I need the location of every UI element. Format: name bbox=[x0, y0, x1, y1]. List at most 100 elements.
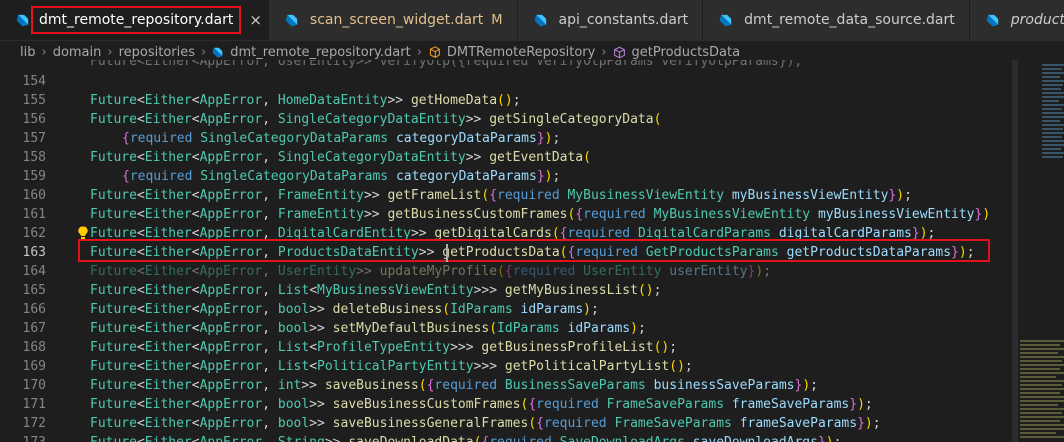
code-line[interactable]: 170 Future<Either<AppError, int>> saveBus… bbox=[0, 376, 1010, 395]
token: SaveDownloadArgs bbox=[560, 435, 693, 442]
tab-label: dmt_remote_repository.dart bbox=[31, 6, 242, 34]
breadcrumb-label: domain bbox=[52, 44, 102, 60]
token: FrameSaveParams bbox=[614, 416, 740, 431]
token: required bbox=[129, 131, 201, 146]
token: ( bbox=[583, 150, 591, 165]
code-line[interactable]: 161 Future<Either<AppError, FrameEntity>>… bbox=[0, 205, 1010, 224]
token: >>> bbox=[450, 340, 482, 355]
token: >> bbox=[356, 264, 380, 279]
token: idParams bbox=[567, 321, 631, 336]
code-line[interactable]: 155 Future<Either<AppError, HomeDataEntit… bbox=[0, 91, 1010, 110]
token: MyBusinessViewEntity bbox=[567, 188, 732, 203]
token: , bbox=[262, 112, 278, 127]
class-icon bbox=[429, 45, 440, 58]
code-line[interactable]: 163 Future<Either<AppError, ProductsDataE… bbox=[0, 239, 1010, 262]
token: bool bbox=[277, 397, 310, 412]
token: >> bbox=[309, 397, 333, 412]
code-line[interactable]: 157 {required SingleCategoryDataParams ca… bbox=[0, 129, 1010, 148]
token: bool bbox=[277, 321, 310, 336]
token: ; bbox=[669, 340, 678, 355]
code-editor[interactable]: Future<Either<AppError, UserEntity>> ver… bbox=[0, 60, 1010, 442]
token: businessSaveParams bbox=[653, 378, 795, 393]
token: MyBusinessViewEntity bbox=[653, 207, 818, 222]
code-text: Future<Either<AppError, FrameEntity>> ge… bbox=[90, 186, 912, 205]
code-line[interactable]: 167 Future<Either<AppError, bool>> setMyD… bbox=[0, 319, 1010, 338]
token: < bbox=[191, 207, 200, 222]
token: ; bbox=[872, 416, 881, 431]
token: () bbox=[637, 283, 654, 298]
token: , bbox=[262, 302, 278, 317]
code-line[interactable]: 156 Future<Either<AppError, SingleCategor… bbox=[0, 110, 1010, 129]
code-line[interactable]: 166 Future<Either<AppError, bool>> delete… bbox=[0, 300, 1010, 319]
code-line[interactable]: 171 Future<Either<AppError, bool>> saveBu… bbox=[0, 395, 1010, 414]
token: Future bbox=[90, 378, 137, 393]
token: >> bbox=[309, 416, 333, 431]
tab-scan-screen-widget[interactable]: scan_screen_widget.dart M bbox=[268, 0, 518, 40]
breadcrumb-item[interactable]: dmt_remote_repository.dart bbox=[212, 45, 411, 60]
token: ; bbox=[763, 264, 772, 279]
chevron-right-icon: › bbox=[601, 44, 607, 60]
token: Future bbox=[90, 359, 137, 374]
token: ; bbox=[653, 283, 662, 298]
line-number: 165 bbox=[22, 283, 46, 298]
line-number: 170 bbox=[22, 378, 46, 393]
token: < bbox=[136, 150, 145, 165]
code-line[interactable]: 168 Future<Either<AppError, List<ProfileT… bbox=[0, 338, 1010, 357]
lightbulb-icon[interactable] bbox=[78, 226, 88, 240]
tab-products-data-entity[interactable]: products_data_entity.dart bbox=[969, 0, 1064, 40]
breadcrumb-item[interactable]: lib bbox=[20, 45, 35, 60]
token: Either bbox=[144, 340, 192, 355]
token: Either bbox=[144, 150, 192, 165]
tab-label: dmt_remote_data_source.dart bbox=[744, 12, 955, 28]
breadcrumb-item[interactable]: getProductsData bbox=[613, 45, 740, 60]
code-line[interactable]: 169 Future<Either<AppError, List<Politica… bbox=[0, 357, 1010, 376]
code-line[interactable]: 172 Future<Either<AppError, bool>> saveBu… bbox=[0, 414, 1010, 433]
breadcrumb-label: lib bbox=[20, 44, 36, 60]
token: ; bbox=[590, 302, 599, 317]
token: FrameSaveParams bbox=[606, 397, 732, 412]
code-line[interactable]: 165 Future<Either<AppError, List<MyBusine… bbox=[0, 281, 1010, 300]
line-number: 160 bbox=[22, 188, 46, 203]
token: MyBusinessViewEntity bbox=[317, 283, 474, 298]
dart-file-icon bbox=[986, 14, 998, 26]
token: ; bbox=[904, 188, 912, 203]
tab-dmt-remote-repository[interactable]: dmt_remote_repository.dart × bbox=[0, 0, 269, 40]
token: saveDownloadData bbox=[348, 435, 473, 442]
token: < bbox=[191, 93, 200, 108]
code-text: Future<Either<AppError, bool>> setMyDefa… bbox=[90, 319, 646, 338]
code-line[interactable]: 173Future<Either<AppError, String>> save… bbox=[0, 433, 1010, 442]
token: AppError bbox=[199, 302, 263, 317]
token: categoryDataParams bbox=[395, 131, 537, 146]
token: List bbox=[277, 340, 310, 355]
token: getEventData bbox=[489, 150, 584, 165]
token: SingleCategoryDataParams bbox=[200, 169, 396, 184]
tab-api-constants[interactable]: api_constants.dart bbox=[517, 0, 704, 40]
token: < bbox=[309, 340, 318, 355]
code-line[interactable]: 154 bbox=[0, 72, 1010, 91]
token: saveBusinessGeneralFrames bbox=[332, 416, 529, 431]
code-text: Future<Either<AppError, List<MyBusinessV… bbox=[90, 281, 661, 300]
token: Either bbox=[144, 264, 192, 279]
token: < bbox=[191, 264, 200, 279]
token: < bbox=[136, 340, 145, 355]
token: () bbox=[669, 359, 685, 374]
token: ) bbox=[544, 131, 553, 146]
code-line[interactable]: 160 Future<Either<AppError, FrameEntity>>… bbox=[0, 186, 1010, 205]
code-line[interactable]: 159 {required SingleCategoryDataParams ca… bbox=[0, 167, 1010, 186]
token: } bbox=[818, 435, 826, 442]
breadcrumb-item[interactable]: DMTRemoteRepository bbox=[428, 45, 595, 60]
dart-file-icon bbox=[16, 14, 29, 26]
token: getHomeData bbox=[410, 93, 498, 108]
breadcrumb-item[interactable]: domain bbox=[53, 45, 102, 60]
tab-dmt-remote-data-source[interactable]: dmt_remote_data_source.dart bbox=[703, 0, 970, 40]
token: AppError bbox=[199, 207, 263, 222]
token: < bbox=[191, 188, 200, 203]
tab-label: products_data_entity.dart bbox=[1010, 12, 1064, 28]
breadcrumb-item[interactable]: repositories bbox=[119, 45, 195, 60]
token: Either bbox=[145, 435, 192, 442]
code-text: Future<Either<AppError, SingleCategoryDa… bbox=[90, 148, 591, 167]
code-line[interactable]: 164 Future<Either<AppError, UserEntity>> … bbox=[0, 262, 1010, 281]
close-icon[interactable]: × bbox=[249, 11, 262, 29]
minimap[interactable] bbox=[1012, 60, 1064, 442]
code-line[interactable]: 158 Future<Either<AppError, SingleCategor… bbox=[0, 148, 1010, 167]
